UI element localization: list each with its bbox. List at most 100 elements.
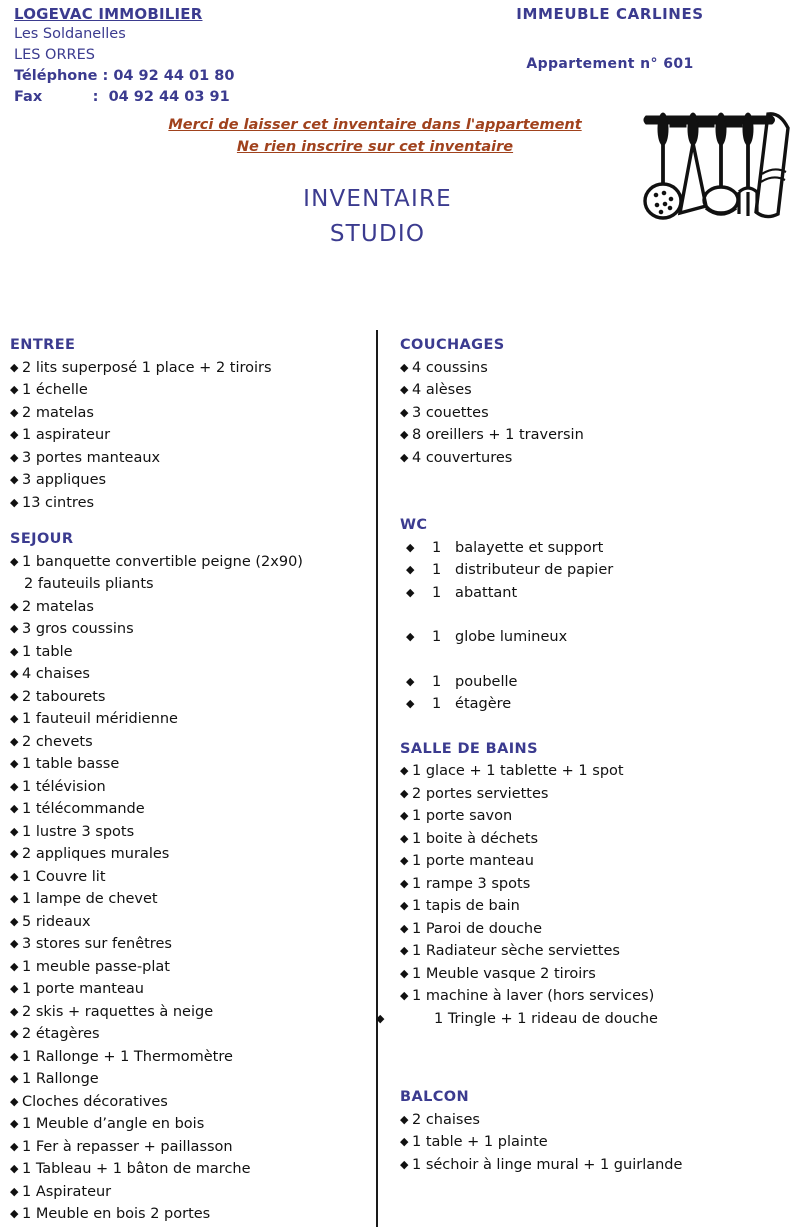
inventory-item: ◆ 2 tabourets: [10, 686, 370, 709]
inventory-document-page: LOGEVAC IMMOBILIER Les Soldanelles LES O…: [0, 0, 800, 1227]
inventory-item-label: 1 porte manteau: [412, 853, 534, 869]
inventory-item: ◆ 1 lustre 3 spots: [10, 821, 370, 844]
inventory-item: ◆ 2 chaises: [400, 1109, 792, 1132]
section-list-balcon: ◆ 2 chaises ◆ 1 table + 1 plainte ◆ 1 séchoir…: [400, 1109, 792, 1177]
inventory-item: ◆ 1 télécommande: [10, 798, 370, 821]
inventory-item-label: 1 table basse: [22, 756, 120, 772]
bullet-icon: ◆: [10, 554, 19, 568]
inventory-item-label: 2 étagères: [22, 1026, 100, 1042]
inventory-item-label: 3 stores sur fenêtres: [22, 936, 172, 952]
inventory-item: ◆ 1 table basse: [10, 753, 370, 776]
bullet-icon: ◆: [10, 1004, 19, 1018]
bullet-icon: ◆: [10, 495, 19, 509]
inventory-item-label: 1 Tringle + 1 rideau de douche: [434, 1010, 658, 1027]
bullet-icon: ◆: [10, 734, 19, 748]
inventory-item: ◆ 2 appliques murales: [10, 843, 370, 866]
title-line-2: STUDIO: [329, 221, 426, 247]
inventory-item: ◆ 13 cintres: [10, 492, 370, 515]
section-list-couchages: ◆ 4 coussins ◆ 4 alèses ◆ 3 couettes ◆ 8 oreill…: [400, 357, 792, 470]
bullet-icon: ◆: [400, 1112, 409, 1126]
bullet-icon: ◆: [10, 937, 19, 950]
section-heading-salle-de-bains: SALLE DE BAINS: [400, 740, 538, 757]
bullet-icon: ◆: [400, 764, 409, 777]
bullet-icon: ◆: [10, 599, 19, 613]
inventory-item-label: 13 cintres: [22, 494, 95, 511]
bullet-icon: ◆: [10, 914, 19, 928]
inventory-item: ◆ 1 séchoir à linge mural + 1 guirlande: [400, 1154, 792, 1177]
inventory-item: ◆ 1 abattant: [400, 582, 792, 605]
inventory-item-label: 2 skis + raquettes à neige: [22, 1003, 214, 1020]
bullet-icon: ◆: [10, 1162, 19, 1175]
inventory-item: ◆ Cloches décoratives: [10, 1091, 370, 1114]
inventory-item: ◆ 2 chevets: [10, 731, 370, 754]
inventory-item: ◆ 1 aspirateur: [10, 424, 370, 447]
bullet-icon: ◆: [400, 989, 409, 1002]
bullet-icon: ◆: [10, 1207, 19, 1220]
inventory-item: ◆ 1 machine à laver (hors services): [400, 985, 792, 1008]
inventory-item: ◆ 1 poubelle: [400, 671, 792, 694]
inventory-item-label: 1 porte savon: [412, 808, 513, 824]
inventory-item: ◆ 3 appliques: [10, 469, 370, 492]
inventory-item-label: 2 appliques murales: [22, 846, 170, 862]
title-line-1: INVENTAIRE: [303, 186, 452, 212]
inventory-item-label: 1 distributeur de papier: [432, 562, 614, 578]
inventory-item-label: 1 rampe 3 spots: [412, 875, 531, 892]
bullet-icon: ◆: [400, 854, 409, 867]
inventory-item: ◆ 4 coussins: [400, 357, 792, 380]
bullet-icon: ◆: [10, 667, 19, 680]
bullet-icon: ◆: [400, 1135, 409, 1148]
bullet-icon: ◆: [376, 1011, 385, 1025]
inventory-item-label: 1 poubelle: [432, 673, 518, 690]
bullet-icon: ◆: [10, 1117, 19, 1130]
inventory-item-label: 1 lampe de chevet: [22, 891, 158, 907]
inventory-item: ◆ 1 étagère: [400, 693, 792, 716]
inventory-item: ◆ 1 table: [10, 641, 370, 664]
inventory-item: ◆ 1 porte manteau: [10, 978, 370, 1001]
bullet-icon: ◆: [10, 824, 19, 838]
inventory-item: ◆ 1 Meuble d’angle en bois: [10, 1113, 370, 1136]
bullet-icon: ◆: [400, 966, 409, 980]
agency-name: LOGEVAC IMMOBILIER: [14, 5, 203, 23]
inventory-item-label: 5 rideaux: [22, 913, 91, 930]
inventory-item-label: 3 portes manteaux: [22, 449, 161, 466]
inventory-item-label: 1 Rallonge: [22, 1071, 99, 1087]
inventory-item: ◆ 1 meuble passe-plat: [10, 956, 370, 979]
inventory-item: ◆ 3 gros coussins: [10, 618, 370, 641]
bullet-icon: ◆: [10, 779, 19, 793]
inventory-item-label: 2 portes serviettes: [412, 785, 549, 802]
bullet-icon: ◆: [10, 473, 19, 486]
bullet-icon: ◆: [400, 360, 409, 374]
inventory-item: ◆ 1 Couvre lit: [10, 866, 370, 889]
inventory-item-label: 1 porte manteau: [22, 981, 144, 997]
inventory-item: ◆ 1 porte manteau: [400, 850, 792, 873]
bullet-icon: ◆: [10, 405, 19, 419]
inventory-item: ◆ 1 boite à déchets: [400, 828, 792, 851]
section-list-salle-de-bains: ◆ 1 glace + 1 tablette + 1 spot ◆ 2 portes …: [376, 760, 792, 1030]
bullet-icon: ◆: [10, 1027, 19, 1040]
inventory-item: ◆ 1 Rallonge: [10, 1068, 370, 1091]
inventory-item-label: 1 machine à laver (hors services): [412, 988, 655, 1004]
agency-fax: Fax : 04 92 44 03 91: [14, 89, 230, 105]
inventory-item: ◆ 4 couvertures: [400, 447, 792, 470]
bullet-icon: ◆: [400, 921, 409, 935]
bullet-icon: ◆: [10, 360, 19, 374]
inventory-item-label: 1 Radiateur sèche serviettes: [412, 943, 620, 959]
inventory-item-label: 1 abattant: [432, 584, 518, 601]
bullet-icon: ◆: [400, 944, 409, 957]
inventory-item-label: 1 télécommande: [22, 801, 145, 817]
inventory-item-label: 2 chaises: [412, 1111, 480, 1128]
bullet-icon: ◆: [400, 809, 409, 822]
inventory-item-label: 2 matelas: [22, 598, 94, 615]
inventory-item-label: 8 oreillers + 1 traversin: [412, 427, 584, 443]
inventory-item-label: 2 chevets: [22, 733, 93, 750]
bullet-icon: ◆: [406, 630, 415, 643]
inventory-item: ◆ 1 fauteuil méridienne: [10, 708, 370, 731]
inventory-item: ◆ 2 étagères: [10, 1023, 370, 1046]
bullet-icon: ◆: [10, 689, 19, 703]
bullet-icon: ◆: [400, 876, 409, 890]
section-heading-entree: ENTREE: [10, 337, 76, 353]
building-name: IMMEUBLE CARLINES: [516, 5, 704, 23]
inventory-item-label: 1 échelle: [22, 382, 88, 398]
